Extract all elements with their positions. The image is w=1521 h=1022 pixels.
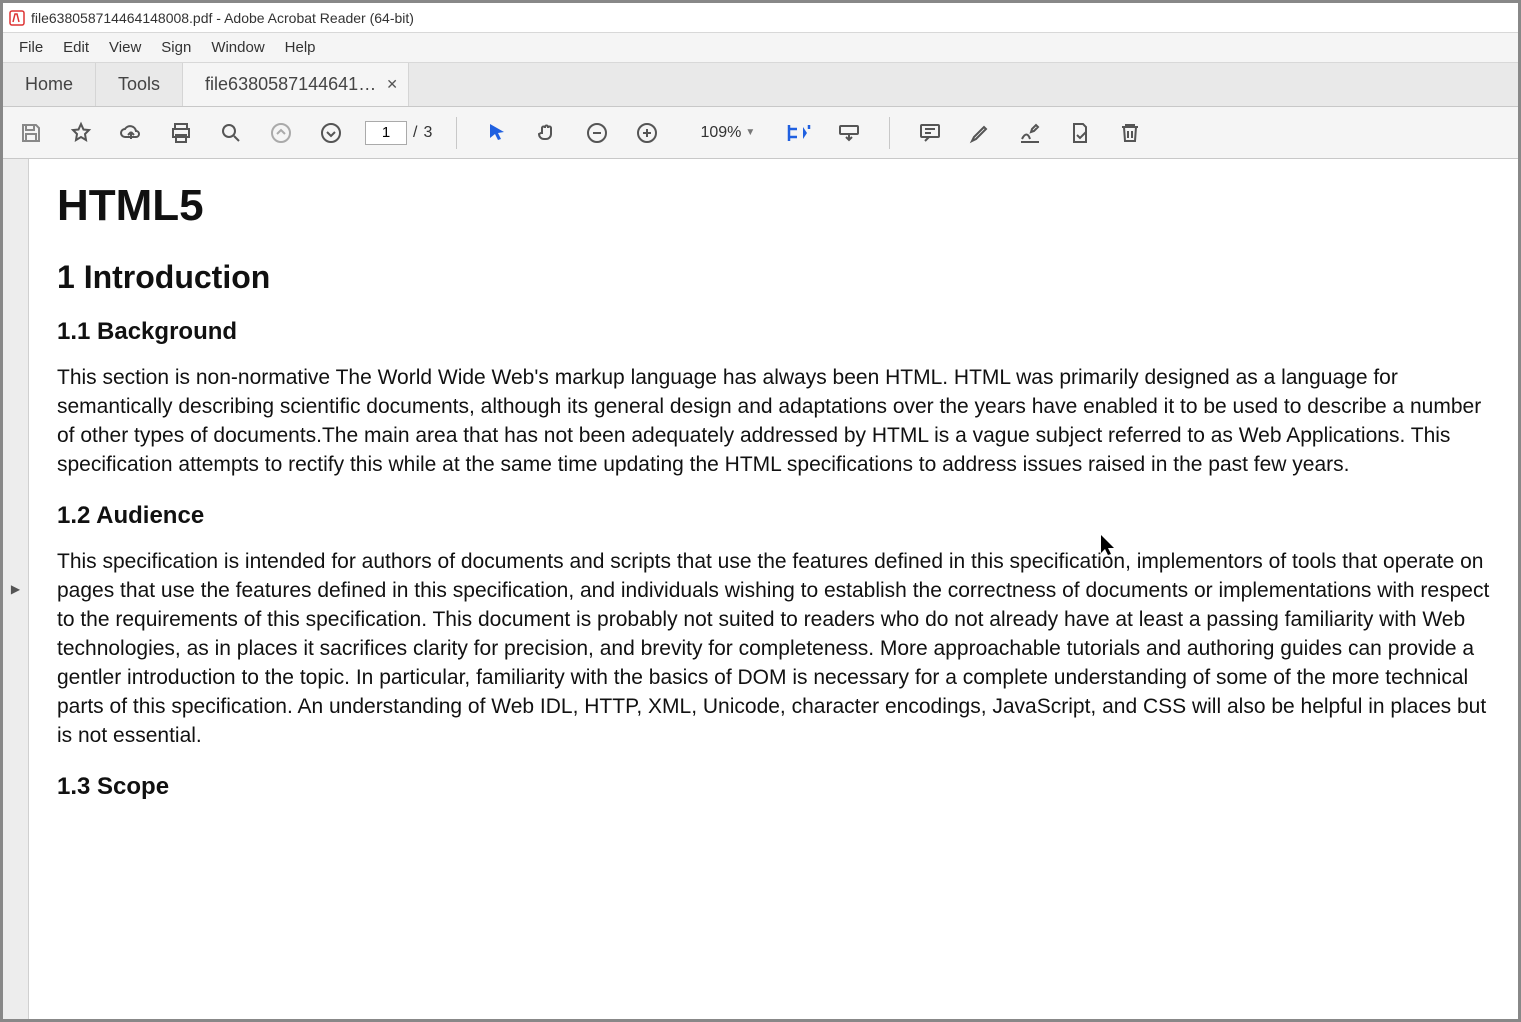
window-titlebar: file638058714464148008.pdf - Adobe Acrob…	[3, 3, 1518, 33]
save-icon[interactable]	[15, 117, 47, 149]
cloud-upload-icon[interactable]	[115, 117, 147, 149]
zoom-out-icon[interactable]	[581, 117, 613, 149]
menu-window[interactable]: Window	[201, 35, 274, 60]
read-mode-icon[interactable]	[833, 117, 865, 149]
menu-view[interactable]: View	[99, 35, 151, 60]
doc-para-background: This section is non-normative The World …	[57, 364, 1490, 480]
zoom-in-icon[interactable]	[631, 117, 663, 149]
content-area: ▶ HTML5 1 Introduction 1.1 Background Th…	[3, 159, 1518, 1019]
select-tool-icon[interactable]	[481, 117, 513, 149]
menu-help[interactable]: Help	[275, 35, 326, 60]
chevron-down-icon: ▼	[745, 127, 755, 138]
toolbar-separator	[889, 117, 890, 149]
find-icon[interactable]	[215, 117, 247, 149]
toolbar: / 3 109% ▼	[3, 107, 1518, 159]
zoom-value: 109%	[691, 124, 741, 142]
doc-heading-intro: 1 Introduction	[57, 259, 1490, 296]
doc-para-audience: This specification is intended for autho…	[57, 548, 1490, 751]
page-indicator: / 3	[365, 121, 432, 145]
document-page[interactable]: HTML5 1 Introduction 1.1 Background This…	[29, 159, 1518, 1019]
tab-document-label: file6380587144641…	[205, 74, 376, 95]
menubar: File Edit View Sign Window Help	[3, 33, 1518, 63]
hand-tool-icon[interactable]	[531, 117, 563, 149]
menu-edit[interactable]: Edit	[53, 35, 99, 60]
doc-heading-audience: 1.2 Audience	[57, 502, 1490, 530]
page-total: 3	[423, 124, 432, 142]
menu-sign[interactable]: Sign	[151, 35, 201, 60]
window-title: file638058714464148008.pdf - Adobe Acrob…	[31, 10, 414, 26]
chevron-right-icon: ▶	[11, 582, 20, 596]
fit-width-icon[interactable]	[783, 117, 815, 149]
tab-home[interactable]: Home	[3, 63, 96, 106]
tab-document[interactable]: file6380587144641… ✕	[183, 63, 409, 106]
star-icon[interactable]	[65, 117, 97, 149]
sign-icon[interactable]	[1014, 117, 1046, 149]
menu-file[interactable]: File	[9, 35, 53, 60]
doc-heading-background: 1.1 Background	[57, 318, 1490, 346]
delete-icon[interactable]	[1114, 117, 1146, 149]
tab-tools[interactable]: Tools	[96, 63, 183, 106]
app-icon	[9, 10, 25, 26]
comment-icon[interactable]	[914, 117, 946, 149]
page-down-icon[interactable]	[315, 117, 347, 149]
close-icon[interactable]: ✕	[386, 76, 398, 93]
stamp-icon[interactable]	[1064, 117, 1096, 149]
page-up-icon[interactable]	[265, 117, 297, 149]
highlight-icon[interactable]	[964, 117, 996, 149]
page-separator: /	[413, 124, 417, 142]
toolbar-separator	[456, 117, 457, 149]
page-current-input[interactable]	[365, 121, 407, 145]
tabbar: Home Tools file6380587144641… ✕	[3, 63, 1518, 107]
zoom-level[interactable]: 109% ▼	[681, 124, 765, 142]
doc-title: HTML5	[57, 181, 1490, 231]
side-panel-toggle[interactable]: ▶	[3, 159, 29, 1019]
print-icon[interactable]	[165, 117, 197, 149]
doc-heading-scope: 1.3 Scope	[57, 773, 1490, 801]
